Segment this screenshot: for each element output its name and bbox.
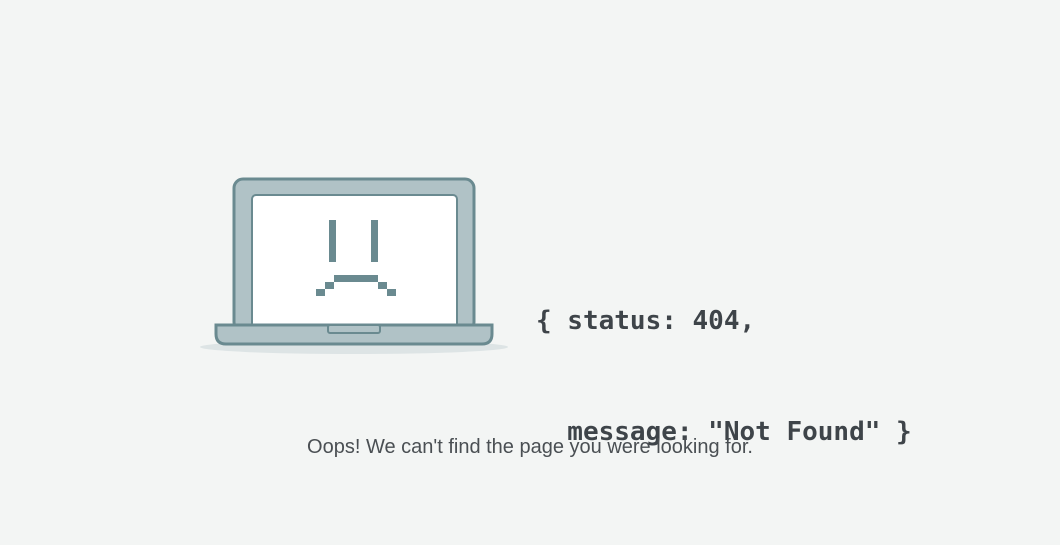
status-line: { status: 404, [536, 306, 756, 336]
laptop-screen [251, 194, 458, 331]
mouth [334, 275, 378, 282]
left-eye [329, 220, 336, 262]
right-eye [371, 220, 378, 262]
laptop-notch [327, 324, 381, 334]
sad-laptop-icon [198, 176, 510, 356]
error-message: Oops! We can't find the page you were lo… [307, 436, 753, 458]
